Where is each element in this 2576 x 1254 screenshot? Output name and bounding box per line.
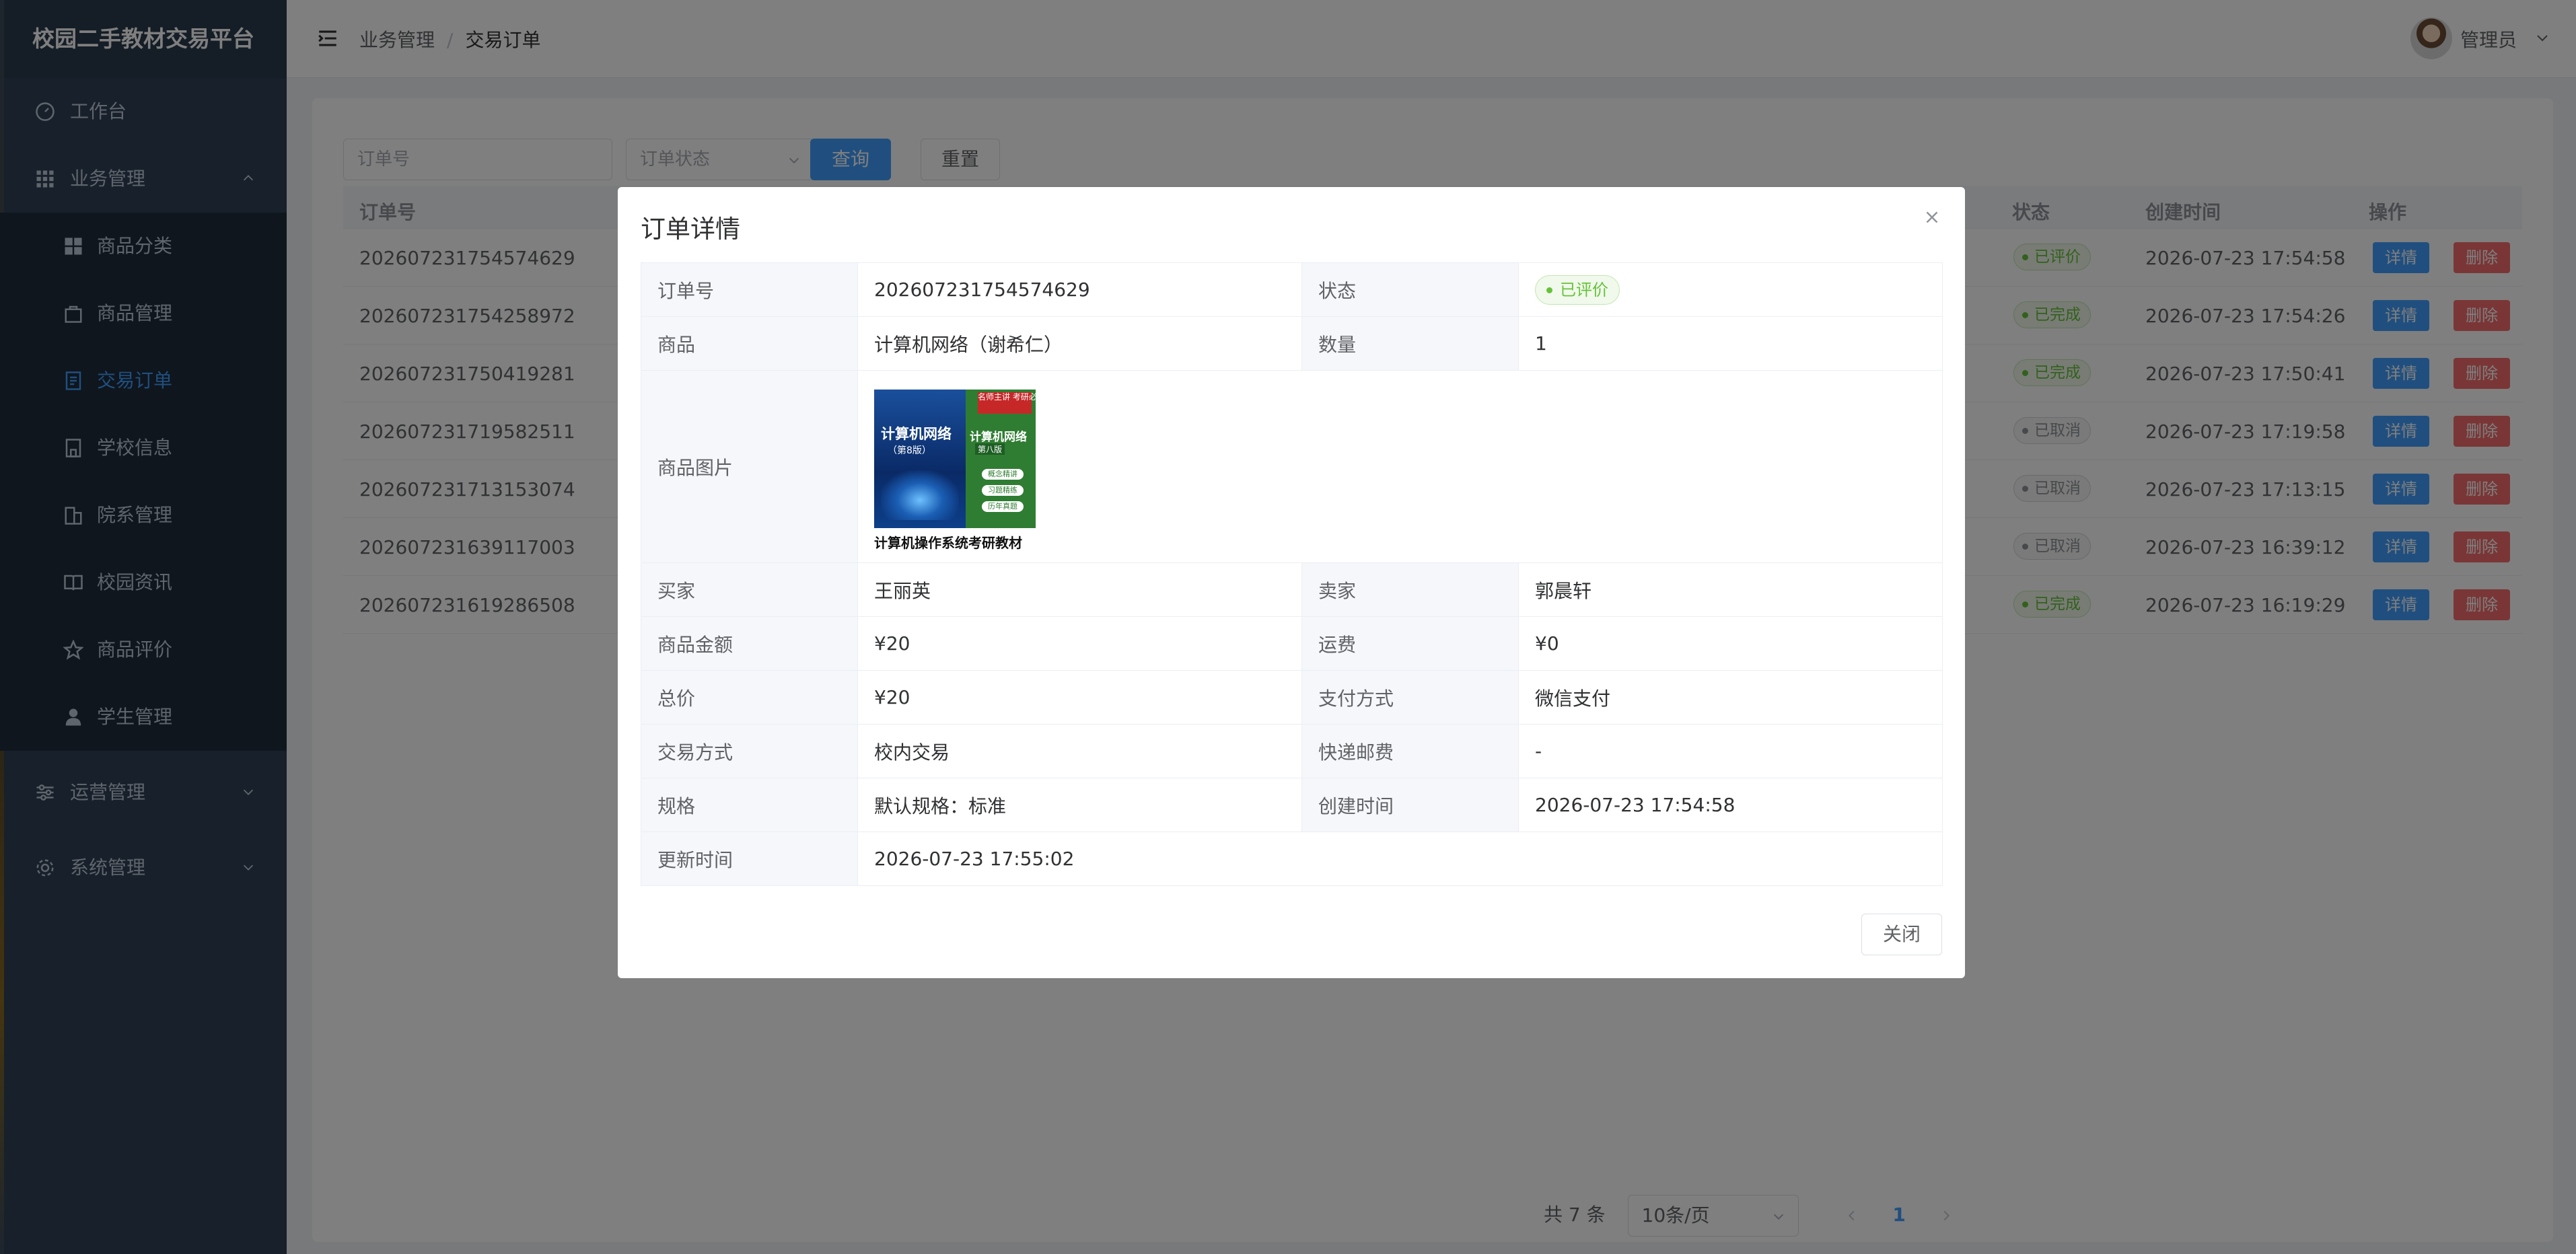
label-shipping: 运费 [1301, 616, 1519, 671]
label-buyer: 买家 [641, 562, 858, 617]
value-shipping: ¥0 [1518, 616, 1943, 671]
close-icon[interactable] [1922, 207, 1942, 227]
label-status: 状态 [1301, 262, 1519, 317]
label-updated: 更新时间 [641, 832, 858, 886]
cover-left-title: 计算机网络 [881, 426, 952, 442]
value-created: 2026-07-23 17:54:58 [1518, 778, 1943, 832]
value-spec: 默认规格：标准 [857, 778, 1302, 832]
order-detail-dialog: 订单详情 订单号 202607231754574629 状态 已评价 商品 计算… [618, 187, 1965, 978]
order-detail-table: 订单号 202607231754574629 状态 已评价 商品 计算机网络（谢… [641, 262, 1943, 886]
value-buyer: 王丽英 [857, 562, 1302, 617]
book-cover-image: 计算机网络 （第8版） 名师主讲 考研必备 计算机网络 第八版 概念精讲 习题精… [874, 390, 1036, 528]
value-total: ¥20 [857, 670, 1302, 725]
cover-badge: 历年真题 [982, 501, 1024, 512]
close-button[interactable]: 关闭 [1861, 914, 1942, 955]
value-updated: 2026-07-23 17:55:02 [857, 832, 1943, 886]
label-quantity: 数量 [1301, 316, 1519, 371]
cover-right-title: 计算机网络 [970, 431, 1027, 444]
value-quantity: 1 [1518, 316, 1943, 371]
label-total: 总价 [641, 670, 858, 725]
value-express-fee: - [1518, 724, 1943, 778]
product-image[interactable]: 计算机网络 （第8版） 名师主讲 考研必备 计算机网络 第八版 概念精讲 习题精… [874, 381, 1036, 552]
cover-badge: 概念精讲 [982, 469, 1024, 480]
label-spec: 规格 [641, 778, 858, 832]
label-express-fee: 快递邮费 [1301, 724, 1519, 778]
value-order-no: 202607231754574629 [857, 262, 1302, 317]
book-cover-caption: 计算机操作系统考研教材 [874, 535, 1022, 551]
cover-right-sub: 第八版 [975, 443, 1005, 455]
label-image: 商品图片 [641, 370, 858, 563]
label-amount: 商品金额 [641, 616, 858, 671]
dialog-title: 订单详情 [641, 215, 740, 244]
label-trade-method: 交易方式 [641, 724, 858, 778]
value-trade-method: 校内交易 [857, 724, 1302, 778]
value-product: 计算机网络（谢希仁） [857, 316, 1302, 371]
label-created: 创建时间 [1301, 778, 1519, 832]
book-cover-glow [881, 470, 959, 520]
value-payment: 微信支付 [1518, 670, 1943, 725]
cover-left-sub: （第8版） [888, 445, 931, 456]
value-status-cell: 已评价 [1518, 262, 1943, 317]
status-badge: 已评价 [1535, 274, 1620, 305]
label-product: 商品 [641, 316, 858, 371]
label-seller: 卖家 [1301, 562, 1519, 617]
label-order-no: 订单号 [641, 262, 858, 317]
cover-badge: 习题精练 [982, 485, 1024, 496]
value-image-cell: 计算机网络 （第8版） 名师主讲 考研必备 计算机网络 第八版 概念精讲 习题精… [857, 370, 1943, 563]
value-amount: ¥20 [857, 616, 1302, 671]
cover-stamp: 名师主讲 考研必备 [978, 392, 1036, 414]
label-payment: 支付方式 [1301, 670, 1519, 725]
value-seller: 郭晨轩 [1518, 562, 1943, 617]
